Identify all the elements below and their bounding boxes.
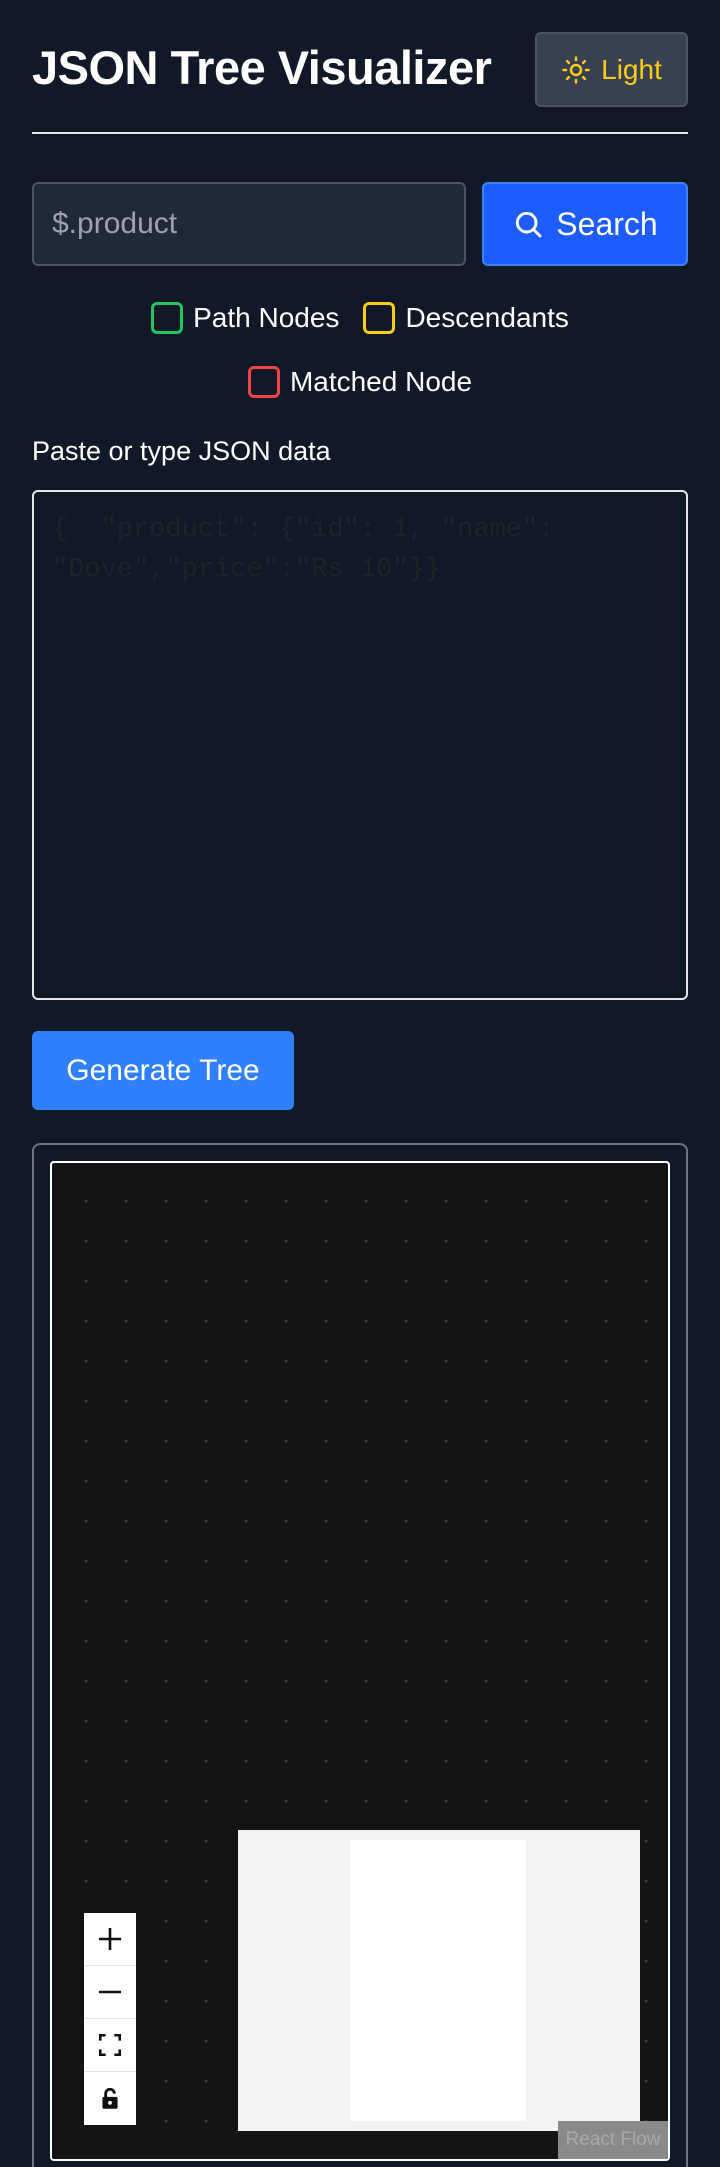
matched-node-swatch xyxy=(247,366,280,398)
flow-controls xyxy=(84,1913,136,2125)
zoom-in-button[interactable] xyxy=(84,1913,136,1966)
tree-canvas[interactable]: React Flow xyxy=(50,1161,670,2161)
legend: Path Nodes Descendants xyxy=(0,300,720,336)
legend-descendants: Descendants xyxy=(363,300,569,336)
theme-toggle-button[interactable]: Light xyxy=(535,32,688,107)
search-input[interactable] xyxy=(32,182,466,266)
theme-toggle-label: Light xyxy=(601,53,662,85)
descendants-swatch xyxy=(363,302,396,334)
search-button-label: Search xyxy=(556,205,658,242)
json-input-textarea[interactable] xyxy=(32,490,688,1000)
zoom-out-icon xyxy=(98,1990,122,1994)
interactivity-lock-button[interactable] xyxy=(84,2072,136,2125)
json-input-label: Paste or type JSON data xyxy=(32,436,331,466)
path-nodes-swatch xyxy=(151,302,184,334)
page-title: JSON Tree Visualizer xyxy=(32,41,492,94)
zoom-out-button[interactable] xyxy=(84,1966,136,2019)
sun-icon xyxy=(562,55,590,84)
zoom-in-icon xyxy=(98,1927,122,1951)
legend-label: Path Nodes xyxy=(193,302,340,333)
minimap-viewport xyxy=(351,1840,526,2121)
lock-icon xyxy=(102,2087,118,2109)
legend-label: Matched Node xyxy=(289,366,473,397)
react-flow-attribution[interactable]: React Flow xyxy=(558,2121,668,2159)
generate-tree-button[interactable]: Generate Tree xyxy=(32,1031,294,1110)
fit-view-icon xyxy=(98,2033,122,2057)
app-header: JSON Tree Visualizer Light xyxy=(32,32,688,134)
minimap[interactable] xyxy=(238,1830,640,2131)
legend-label: Descendants xyxy=(405,302,569,333)
fit-view-button[interactable] xyxy=(84,2019,136,2072)
legend-path-nodes: Path Nodes xyxy=(151,300,339,336)
legend-matched-node: Matched Node xyxy=(247,364,473,400)
search-button[interactable]: Search xyxy=(482,182,688,266)
search-icon xyxy=(516,211,542,238)
legend-row-2: Matched Node xyxy=(0,364,720,400)
